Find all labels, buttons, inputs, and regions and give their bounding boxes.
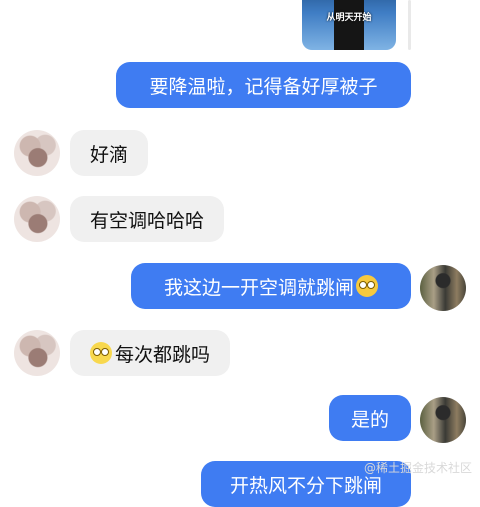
my-avatar[interactable]: [420, 397, 466, 443]
my-avatar[interactable]: [420, 265, 466, 311]
message-bubble-outgoing[interactable]: 是的: [329, 395, 411, 441]
message-bubble-incoming[interactable]: 有空调哈哈哈: [70, 196, 225, 242]
person-figure: [334, 0, 364, 50]
rofl-face-icon: [356, 275, 378, 297]
rolling-eyes-face-icon: [90, 342, 112, 364]
message-text: 要降温啦，记得备好厚被子: [149, 75, 378, 98]
shared-video-thumbnail[interactable]: 从明天开始: [302, 0, 396, 50]
message-bubble-incoming[interactable]: 每次都跳吗: [70, 330, 231, 376]
watermark: @稀土掘金技术社区: [363, 461, 472, 475]
thumbnail-caption: 从明天开始: [326, 13, 372, 23]
contact-avatar[interactable]: [14, 330, 60, 376]
message-text: 好滴: [90, 143, 129, 166]
chat-thread: 从明天开始 要降温啦，记得备好厚被子 好滴 有空调哈哈哈 我这边一开空调就跳闸 …: [0, 0, 480, 507]
message-bubble-incoming[interactable]: 好滴: [70, 130, 149, 176]
message-bubble-outgoing[interactable]: 要降温啦，记得备好厚被子: [116, 62, 411, 108]
message-text: 有空调哈哈哈: [90, 209, 205, 232]
message-text: 是的: [350, 408, 389, 431]
contact-avatar[interactable]: [14, 196, 60, 242]
message-text: 开热风不分下跳闸: [229, 474, 382, 497]
contact-avatar[interactable]: [14, 130, 60, 176]
message-bubble-outgoing[interactable]: 我这边一开空调就跳闸: [131, 263, 411, 309]
message-text: 我这边一开空调就跳闸: [163, 276, 354, 299]
scroll-indicator: [408, 0, 411, 50]
message-text: 每次都跳吗: [115, 343, 211, 366]
